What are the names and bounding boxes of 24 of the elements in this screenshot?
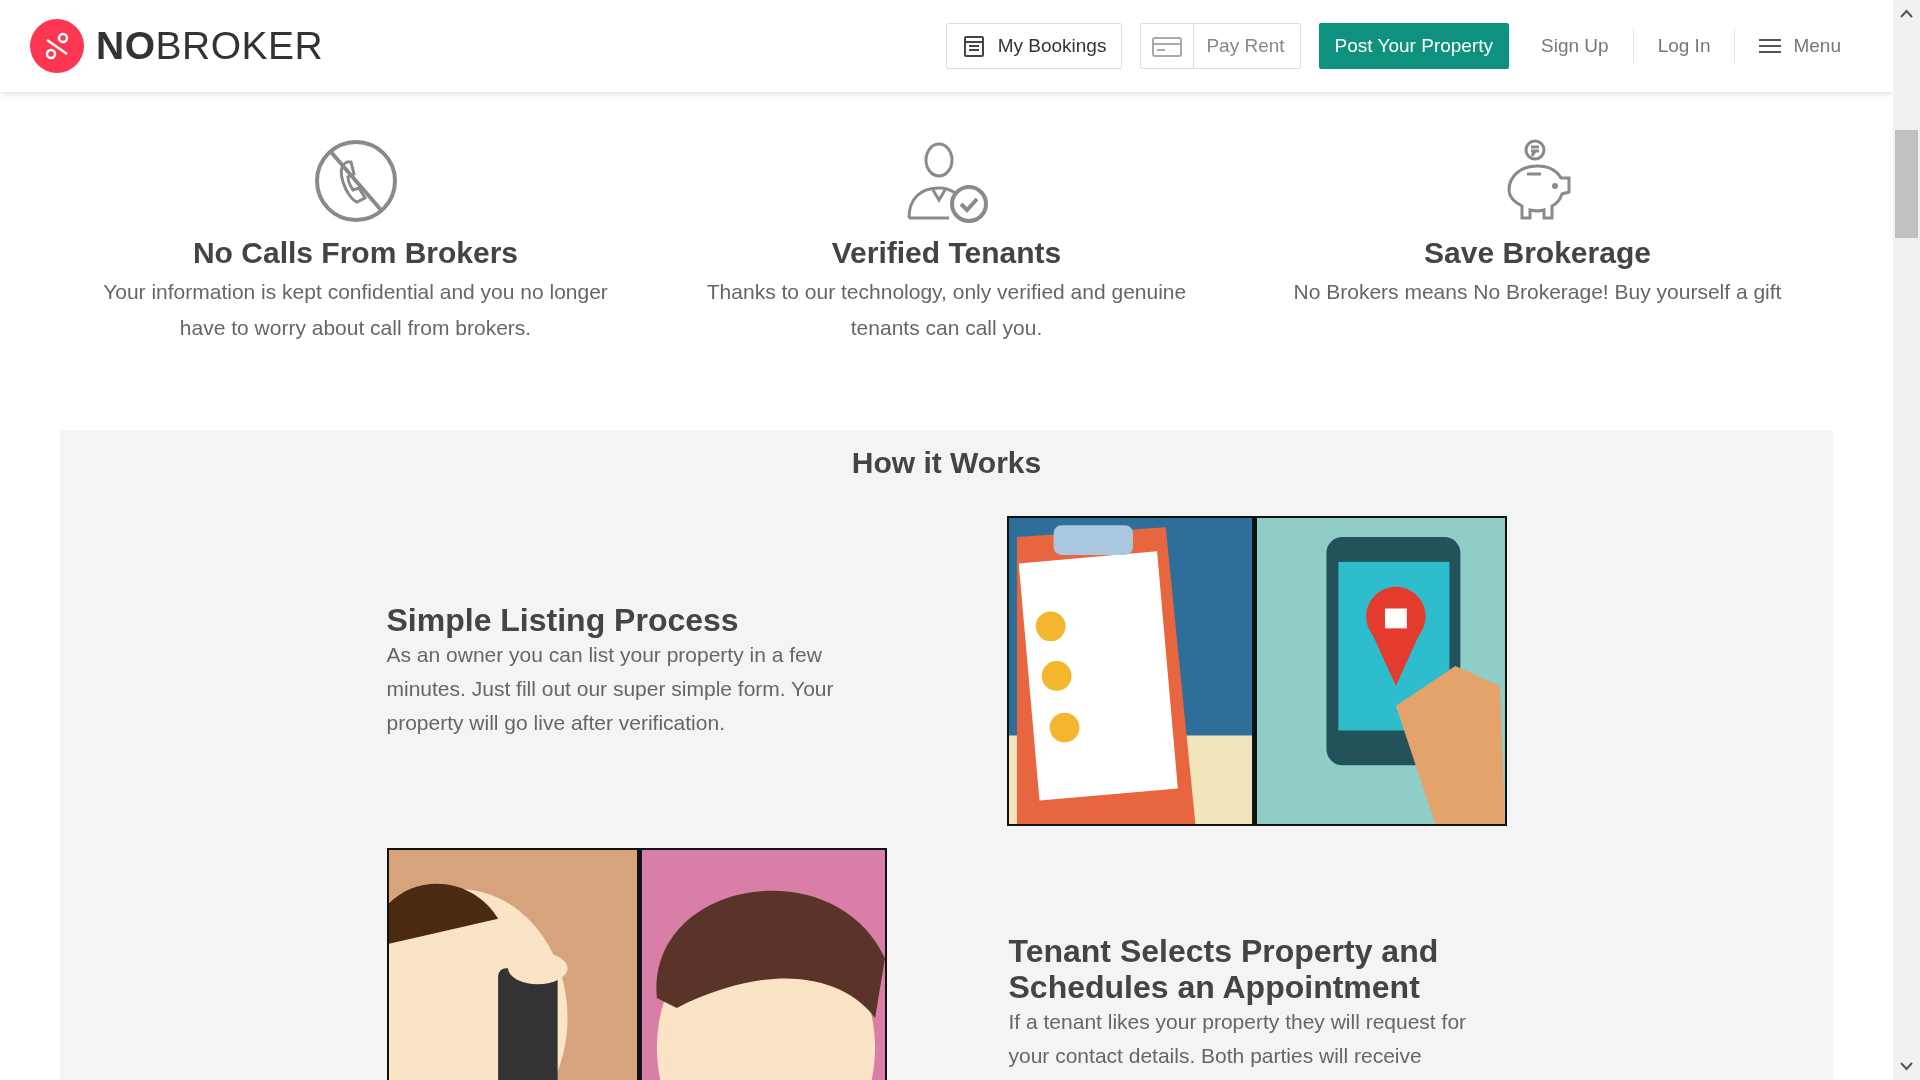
calendar-icon: [961, 34, 986, 58]
no-phone-icon: [312, 138, 399, 224]
menu-icon: [1759, 38, 1782, 54]
logo-icon: [30, 19, 84, 73]
scrollbar[interactable]: [1893, 0, 1920, 1080]
bookings-button[interactable]: My Bookings: [945, 23, 1123, 69]
nav-link[interactable]: Sign Up: [1517, 29, 1633, 63]
step-title: Tenant Selects Property and Schedules an Appointment: [1008, 933, 1440, 1005]
step-description: If a tenant likes your property they will request for your contact details. Both parties will receive: [1008, 1009, 1468, 1069]
card-icon: [1151, 24, 1195, 68]
pay-rent-button[interactable]: Pay Rent: [1140, 23, 1301, 69]
step-description: As an owner you can list your property in a few minutes. Just fill out our super simple form. Your property will go live after verification.: [386, 642, 835, 736]
logo-text: NOBROKER: [96, 24, 324, 68]
feature-title: No Calls From Brokers: [192, 236, 519, 270]
section-title: How it Works: [850, 446, 1043, 480]
post-property-button[interactable]: Post Your Property: [1318, 23, 1510, 69]
feature-title: Save Brokerage: [1424, 236, 1651, 270]
feature-description: No Brokers means No Brokerage! Buy yourself a gift: [1293, 279, 1782, 305]
feature-description: Thanks to our technology, only verified and genuine tenants can call you.: [705, 279, 1188, 341]
step-title: Simple Listing Process: [386, 602, 740, 638]
menu-link[interactable]: Menu: [1734, 29, 1865, 63]
feature-title: Verified Tenants: [831, 236, 1062, 270]
feature-description: Your information is kept confidential and you no longer have to worry about call from brokers.: [102, 279, 609, 341]
nav-link[interactable]: Log In: [1632, 29, 1735, 63]
